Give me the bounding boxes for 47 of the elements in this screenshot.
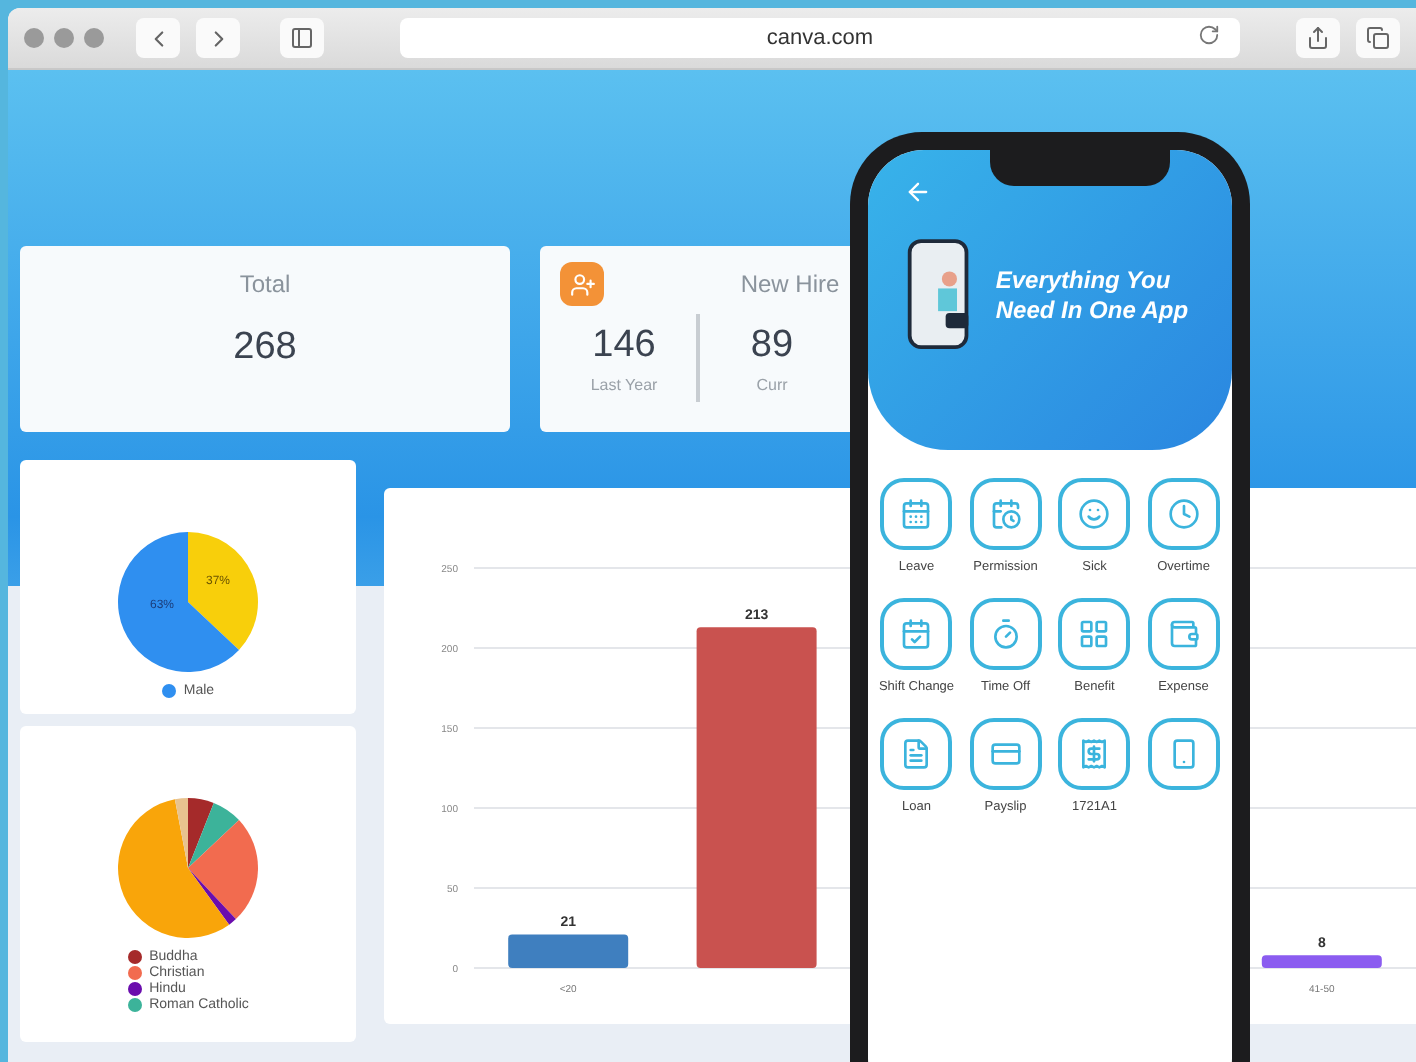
headline: Everything You Need In One App	[995, 266, 1191, 326]
app-tile[interactable]	[969, 478, 1042, 550]
stat-caption: Curr	[756, 375, 788, 393]
share-button[interactable]	[1296, 18, 1340, 58]
app-tile[interactable]	[969, 598, 1042, 670]
app-tile[interactable]	[1058, 598, 1131, 670]
app-tile[interactable]	[880, 598, 953, 670]
calendar-icon	[900, 498, 933, 530]
app-tile[interactable]	[880, 478, 953, 550]
app-tile[interactable]	[1147, 478, 1220, 550]
calendar-check-icon	[900, 618, 933, 650]
wallet-icon	[1167, 618, 1200, 650]
pie-chart-drawing	[118, 532, 258, 672]
stat-value: 146	[592, 323, 656, 367]
app-tile[interactable]	[880, 718, 953, 790]
reload-icon[interactable]	[1198, 24, 1220, 46]
card-title: Total	[239, 270, 291, 298]
stat-value: 268	[233, 326, 297, 370]
user-add-icon	[560, 262, 604, 306]
smiley-icon	[1078, 498, 1111, 530]
stat-value: 89	[750, 323, 794, 367]
tabs-button[interactable]	[1356, 18, 1400, 58]
document-icon	[900, 738, 933, 770]
phone-icon	[1167, 738, 1200, 770]
grid-icon	[1078, 618, 1111, 650]
sidebar-icon	[290, 26, 314, 50]
receipt-icon	[1078, 738, 1111, 770]
tabs-icon	[1366, 26, 1390, 50]
stat-caption: Last Year	[590, 375, 658, 393]
card-title: New Hire	[740, 270, 840, 298]
share-icon	[1306, 26, 1330, 50]
stopwatch-icon	[989, 618, 1022, 650]
card-icon	[989, 738, 1022, 770]
sidebar-toggle-button[interactable]	[280, 18, 324, 58]
clock-icon	[1167, 498, 1200, 530]
app-tile[interactable]	[969, 718, 1042, 790]
calendar-clock-icon	[989, 498, 1022, 530]
back-button[interactable]	[136, 18, 180, 58]
chart-bar	[1261, 955, 1382, 968]
app-tile[interactable]	[1058, 478, 1131, 550]
app-tile[interactable]	[1147, 598, 1220, 670]
address-bar[interactable]: canva.com	[400, 18, 1240, 58]
app-tile[interactable]	[1058, 718, 1131, 790]
chart-bar	[508, 934, 629, 968]
pie-chart-drawing	[118, 798, 258, 938]
forward-button[interactable]	[196, 18, 240, 58]
app-tile[interactable]	[1147, 718, 1220, 790]
